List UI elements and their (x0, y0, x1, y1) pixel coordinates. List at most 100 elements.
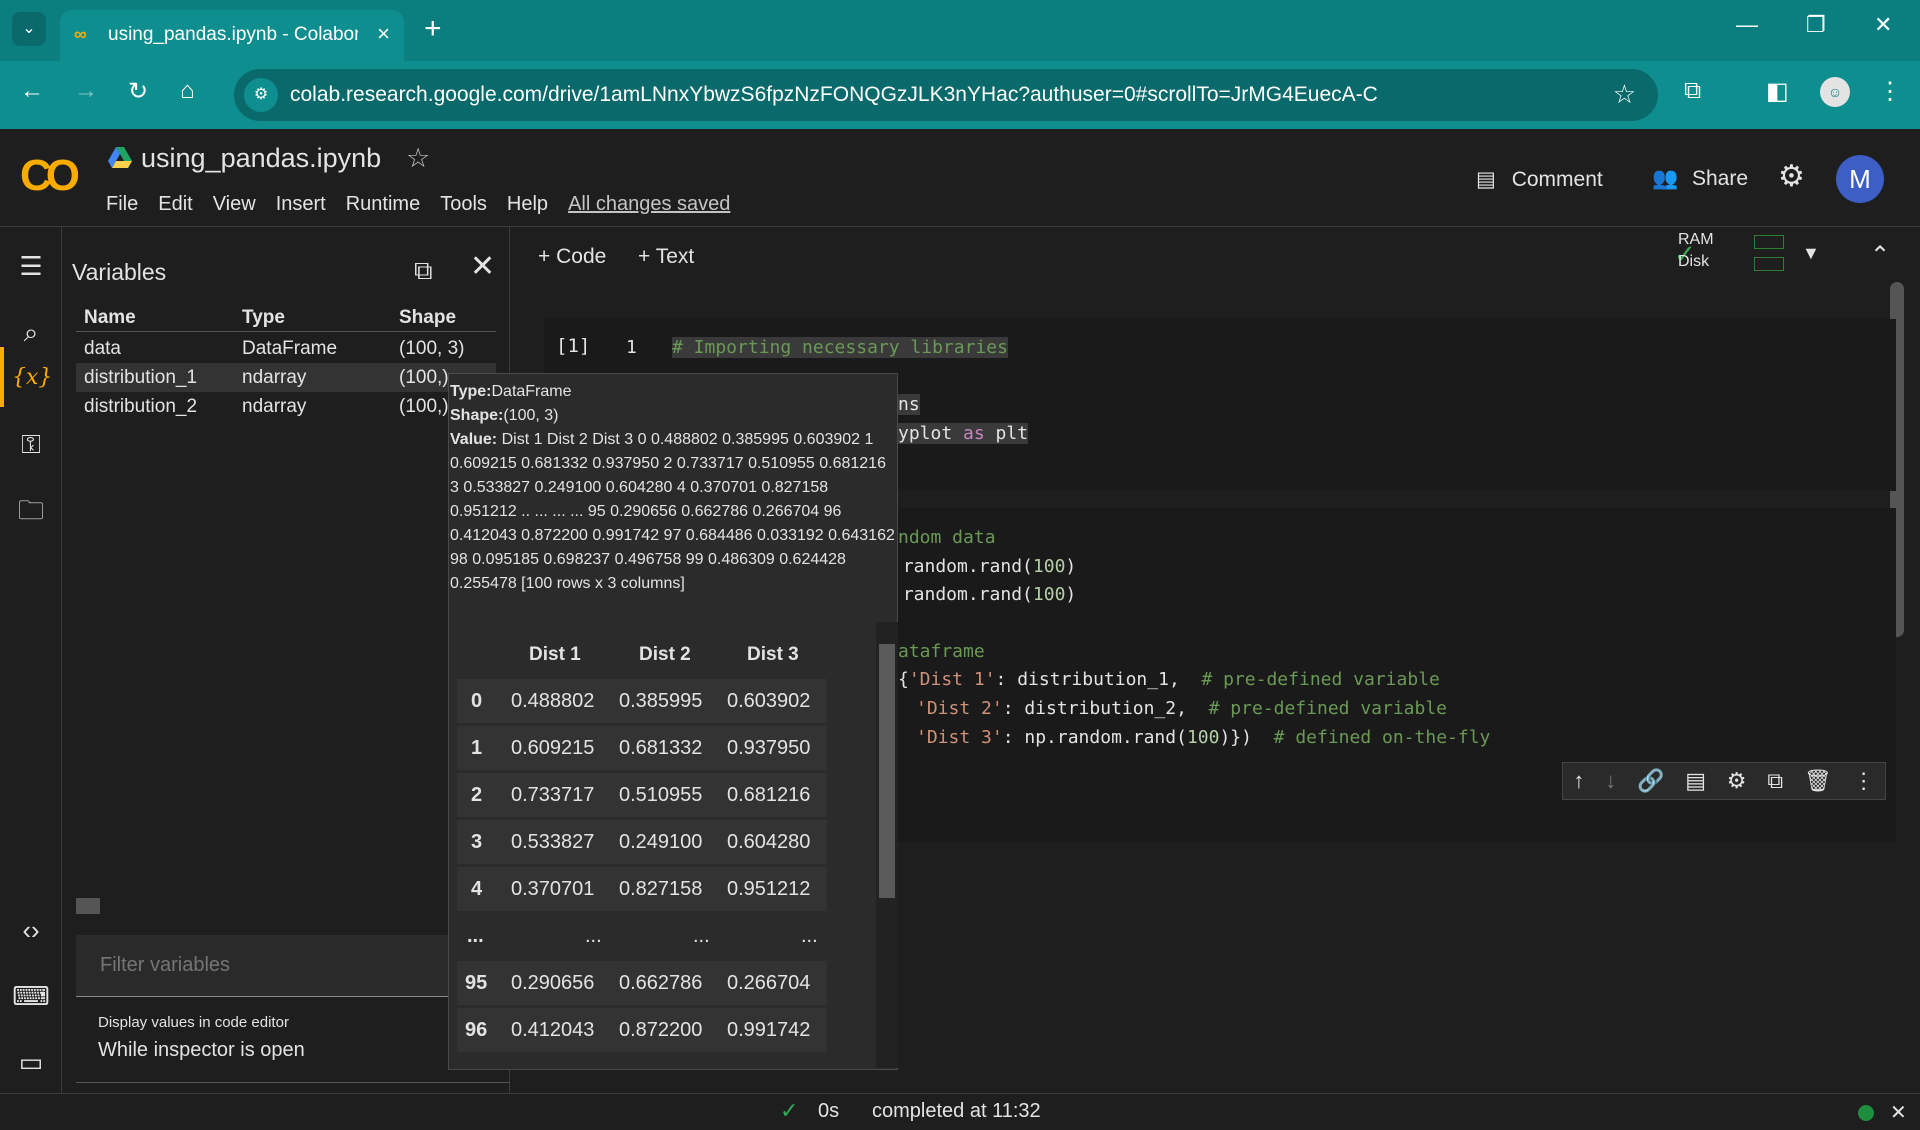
status-close-icon[interactable]: ✕ (1890, 1100, 1907, 1125)
settings-gear-icon[interactable]: ⚙ (1778, 159, 1805, 194)
cell-value: 0.266704 (727, 972, 811, 994)
secrets-key-icon[interactable]: ⚿ (12, 425, 50, 463)
display-values-select[interactable]: While inspector is open (98, 1039, 305, 1062)
code-line[interactable]: # Importing necessary libraries (672, 337, 1008, 358)
column-header-name[interactable]: Name (84, 307, 136, 329)
status-dot-icon (1858, 1105, 1874, 1121)
cell-value: 0.603902 (727, 690, 811, 712)
cell-settings-icon[interactable]: ⚙ (1727, 768, 1747, 794)
column-header-type[interactable]: Type (242, 307, 285, 329)
menu-runtime[interactable]: Runtime (346, 193, 420, 216)
browser-menu-icon[interactable]: ⋮ (1878, 77, 1902, 106)
comment-button[interactable]: ▤ Comment (1476, 167, 1603, 192)
more-options-icon[interactable]: ⋮ (1853, 768, 1875, 794)
code-fragment: ns (898, 394, 920, 415)
link-icon[interactable]: 🔗 (1637, 768, 1664, 794)
column-header: Dist 2 (639, 644, 691, 665)
variables-icon[interactable]: {x} (12, 359, 52, 397)
site-info-icon[interactable]: ⚙ (244, 78, 278, 112)
notebook-title[interactable]: using_pandas.ipynb (141, 143, 381, 174)
user-avatar[interactable]: M (1836, 155, 1884, 203)
shape-label: Shape: (450, 407, 504, 424)
code-line[interactable]: random.rand(100) (892, 584, 1076, 605)
filter-variables-input[interactable] (76, 935, 468, 996)
code-line[interactable]: ndom data (898, 527, 996, 548)
close-panel-icon[interactable]: ✕ (470, 249, 495, 284)
move-up-icon[interactable]: ↑ (1573, 768, 1584, 794)
add-code-button[interactable]: + Code (538, 245, 606, 269)
forward-icon[interactable]: → (74, 77, 98, 105)
variable-row[interactable]: data DataFrame (100, 3) (76, 334, 496, 363)
column-header: Dist 3 (747, 644, 799, 665)
menu-view[interactable]: View (213, 193, 256, 216)
code-fragment: random.rand( (892, 556, 1033, 577)
terminal-icon[interactable]: ▭ (12, 1043, 50, 1081)
table-row: 4 0.370701 0.827158 0.951212 (457, 867, 827, 911)
bookmark-star-icon[interactable]: ☆ (1613, 79, 1636, 110)
code-line[interactable]: 'Dist 3': np.random.rand(100)}) # define… (916, 727, 1490, 748)
minimize-icon[interactable]: — (1736, 12, 1758, 38)
comment-cell-icon[interactable]: ▤ (1685, 768, 1706, 794)
move-down-icon[interactable]: ↓ (1605, 768, 1616, 794)
menu-file[interactable]: File (106, 193, 138, 216)
code-line[interactable]: yplot as plt (898, 423, 1029, 444)
column-header-shape[interactable]: Shape (399, 307, 456, 329)
profile-avatar-icon[interactable]: ☺ (1820, 77, 1850, 107)
back-icon[interactable]: ← (20, 77, 44, 105)
filter-variables-field[interactable] (76, 935, 468, 997)
runtime-dropdown-icon[interactable]: ▼ (1802, 243, 1820, 264)
comment-text: ataframe (898, 641, 985, 662)
resources-indicator[interactable]: RAM Disk (1678, 231, 1714, 275)
cell-value: 0.872200 (619, 1019, 703, 1041)
star-notebook-icon[interactable]: ☆ (406, 143, 430, 174)
code-line[interactable]: 'Dist 2': distribution_2, # pre-defined … (916, 698, 1447, 719)
tab-close-icon[interactable]: × (377, 21, 390, 47)
code-line[interactable]: ataframe (898, 641, 985, 662)
menu-insert[interactable]: Insert (276, 193, 326, 216)
reload-icon[interactable]: ↻ (128, 77, 148, 106)
variable-row[interactable]: distribution_2 ndarray (100,) (76, 392, 496, 421)
disk-meter (1754, 257, 1784, 271)
mirror-cell-icon[interactable]: ⧉ (1767, 768, 1783, 794)
command-palette-icon[interactable]: ⌨ (12, 977, 50, 1015)
code-line[interactable]: random.rand(100) (892, 556, 1076, 577)
menu-tools[interactable]: Tools (440, 193, 487, 216)
side-panel-icon[interactable]: ◧ (1766, 77, 1789, 106)
tooltip-scroll-thumb[interactable] (879, 644, 895, 898)
delete-cell-icon[interactable]: 🗑 (1804, 768, 1832, 794)
search-icon[interactable]: ⌕ (12, 313, 50, 351)
save-status[interactable]: All changes saved (568, 193, 730, 216)
table-of-contents-icon[interactable]: ☰ (12, 247, 50, 285)
completion-status[interactable]: completed at 11:32 (872, 1100, 1041, 1123)
restore-icon[interactable]: ❐ (1806, 12, 1826, 38)
browser-tab[interactable]: ∞ using_pandas.ipynb - Colaboratory × (60, 10, 404, 61)
collapse-header-icon[interactable]: ⌃ (1870, 241, 1890, 270)
menu-edit[interactable]: Edit (158, 193, 192, 216)
cell-value: 0.937950 (727, 737, 811, 759)
drive-icon[interactable] (108, 147, 132, 175)
new-tab-icon[interactable]: + (424, 12, 442, 46)
code-line[interactable]: {'Dist 1': distribution_1, # pre-defined… (898, 669, 1440, 690)
omnibox[interactable]: ⚙ colab.research.google.com/drive/1amLNn… (234, 69, 1658, 121)
code-snippets-icon[interactable]: ‹› (12, 911, 50, 949)
panel-title: Variables (72, 259, 167, 285)
window-close-icon[interactable]: ✕ (1874, 12, 1892, 38)
menu-help[interactable]: Help (507, 193, 548, 216)
extensions-icon[interactable]: ⧉ (1684, 77, 1701, 105)
url-text[interactable]: colab.research.google.com/drive/1amLNnxY… (290, 83, 1378, 107)
display-values-label: Display values in code editor (98, 1014, 289, 1031)
tab-search-chevron-icon[interactable]: ⌄ (12, 12, 46, 46)
open-in-tab-icon[interactable]: ⧉ (414, 255, 433, 287)
colab-logo[interactable]: CO (20, 151, 80, 201)
shape-value: (100, 3) (503, 407, 559, 424)
panel-resize-handle[interactable] (76, 898, 100, 914)
code-line[interactable]: ns (898, 394, 920, 415)
variable-row[interactable]: distribution_1 ndarray (100,) (76, 363, 496, 392)
column-header: Dist 1 (529, 644, 581, 665)
home-icon[interactable]: ⌂ (180, 77, 195, 105)
cell-value: 0.662786 (619, 972, 703, 994)
add-text-button[interactable]: + Text (638, 245, 694, 269)
share-button[interactable]: 👥 Share (1652, 167, 1748, 191)
files-folder-icon[interactable]: 🗀 (12, 491, 50, 529)
variable-tooltip: Type:DataFrame Shape:(100, 3) Value: Dis… (448, 373, 898, 1070)
